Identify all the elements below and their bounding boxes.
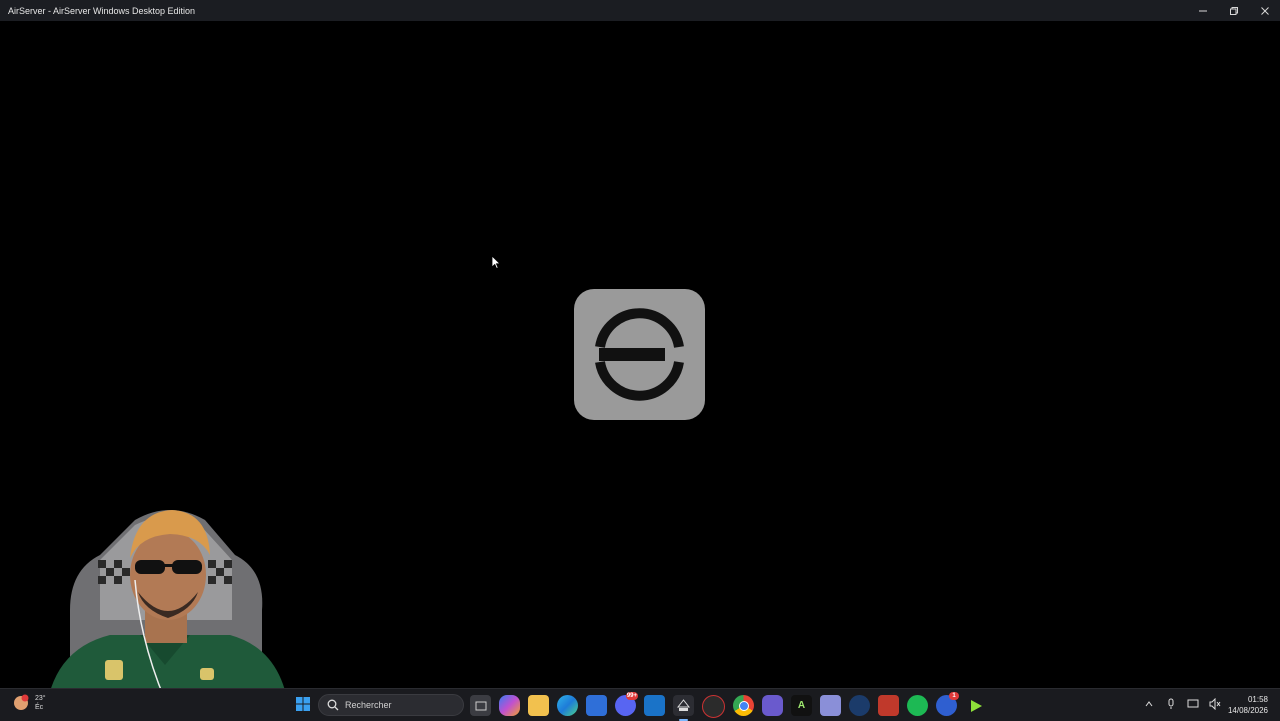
voice-app-icon[interactable] xyxy=(878,695,899,716)
restore-icon xyxy=(1229,6,1238,15)
airserver-app-icon[interactable] xyxy=(673,695,694,721)
taskbar-clock[interactable]: 01:58 14/08/2026 xyxy=(1228,694,1268,716)
taskbar-search[interactable]: Rechercher xyxy=(318,694,464,716)
discord-icon[interactable]: 99+ xyxy=(615,692,638,716)
chevron-up-icon[interactable] xyxy=(1142,697,1156,711)
speaker-muted-icon[interactable] xyxy=(1208,697,1222,711)
app-icon-2[interactable]: 1 xyxy=(936,692,959,716)
restore-button[interactable] xyxy=(1218,0,1249,21)
system-tray xyxy=(1142,697,1222,711)
clock-date: 14/08/2026 xyxy=(1227,706,1268,715)
taskbar: 23° Éc Rechercher 99+ A 1 01:58 14/08/20… xyxy=(0,688,1280,721)
copilot-icon[interactable] xyxy=(499,695,520,716)
spotify-icon[interactable] xyxy=(907,695,928,716)
clock-time: 01:58 xyxy=(1247,695,1268,704)
anima-icon[interactable]: A xyxy=(791,695,812,716)
weather-icon xyxy=(14,694,29,710)
microsoft-store-icon[interactable] xyxy=(586,695,607,716)
title-bar: AirServer - AirServer Windows Desktop Ed… xyxy=(0,0,1280,21)
file-explorer-icon[interactable] xyxy=(528,695,549,716)
windows-start-icon[interactable] xyxy=(296,697,310,711)
webcam-overlay xyxy=(45,510,290,720)
window-controls xyxy=(1187,0,1280,21)
discord-badge: 99+ xyxy=(625,692,638,700)
game-controller-icon[interactable] xyxy=(762,695,783,716)
mouse-cursor-icon xyxy=(491,255,501,270)
weather-subtitle: Éc xyxy=(35,704,44,711)
display-icon[interactable] xyxy=(1186,697,1200,711)
app-icon[interactable] xyxy=(702,695,725,718)
minimize-icon xyxy=(1198,10,1207,11)
weather-widget[interactable]: 23° Éc xyxy=(10,692,46,714)
outlook-icon[interactable] xyxy=(644,695,665,716)
app-drop-icon[interactable] xyxy=(849,695,870,716)
close-button[interactable] xyxy=(1249,0,1280,21)
search-icon xyxy=(327,699,339,711)
minimize-button[interactable] xyxy=(1187,0,1218,21)
close-icon xyxy=(1260,6,1269,15)
airserver-logo-icon xyxy=(574,289,705,420)
microphone-icon[interactable] xyxy=(1164,697,1178,711)
play-icon[interactable] xyxy=(965,695,986,716)
chrome-icon[interactable] xyxy=(733,695,754,716)
taskbar-apps: 99+ A 1 xyxy=(470,692,986,721)
app-badge: 1 xyxy=(949,692,959,700)
weather-temp: 23° xyxy=(35,695,46,702)
task-view-icon[interactable] xyxy=(470,695,491,716)
app-window-icon[interactable] xyxy=(820,695,841,716)
window-title: AirServer - AirServer Windows Desktop Ed… xyxy=(8,5,196,16)
search-placeholder: Rechercher xyxy=(345,700,392,710)
edge-icon[interactable] xyxy=(557,695,578,716)
